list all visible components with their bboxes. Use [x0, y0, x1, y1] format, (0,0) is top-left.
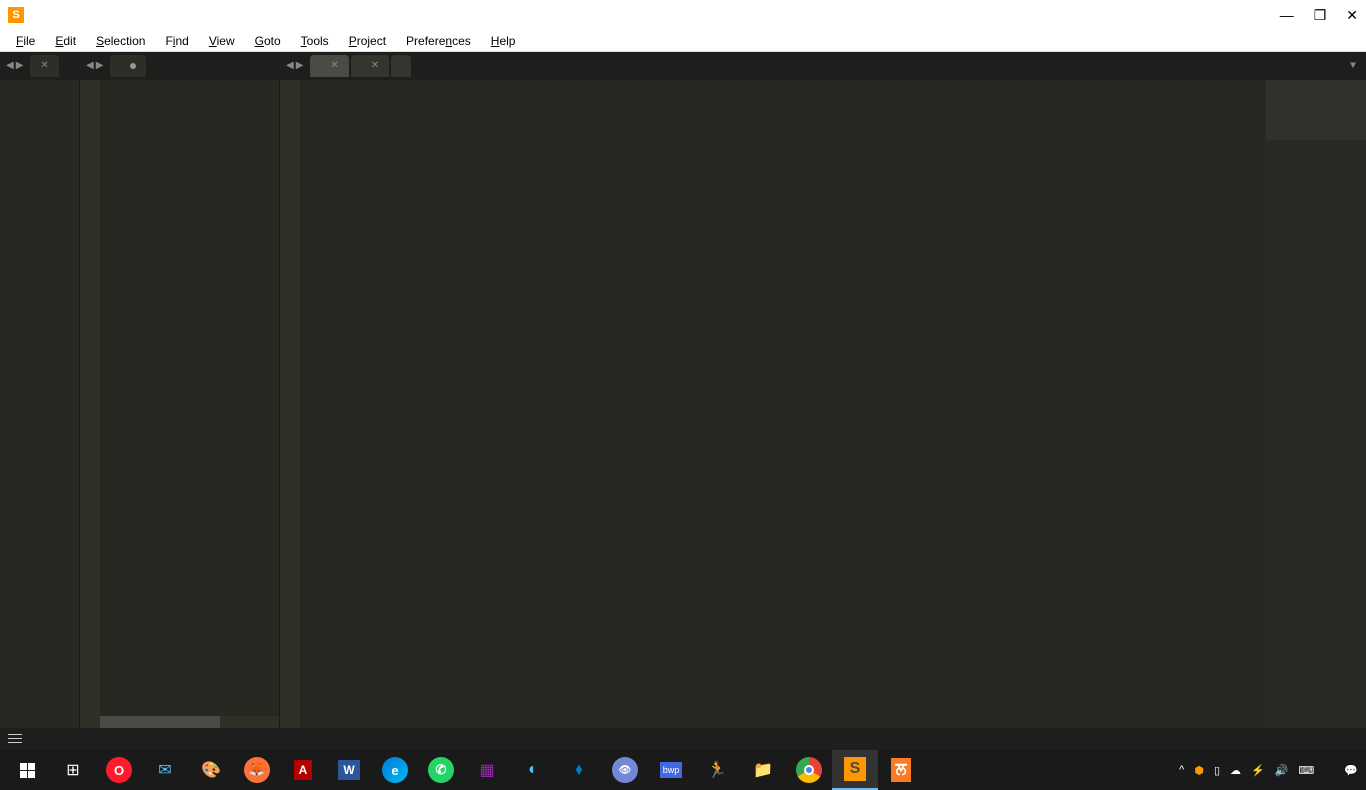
status-bar	[0, 728, 1366, 750]
mail-icon[interactable]: ✉	[142, 750, 188, 790]
tray-expand-icon[interactable]: ^	[1179, 764, 1184, 776]
tray-battery-icon[interactable]: ⚡	[1251, 764, 1265, 777]
menu-bar: File Edit Selection Find View Goto Tools…	[0, 30, 1366, 52]
menu-edit[interactable]: Edit	[47, 32, 84, 50]
minimap[interactable]	[1266, 80, 1366, 728]
start-button[interactable]	[4, 750, 50, 790]
tray-app-icon[interactable]: ▯	[1214, 764, 1220, 777]
line-gutter	[280, 80, 300, 728]
menu-tools[interactable]: Tools	[293, 32, 337, 50]
tab-group-2: ◀▶	[80, 52, 280, 80]
bwp-icon[interactable]: bwp	[648, 750, 694, 790]
edge-icon[interactable]: e	[372, 750, 418, 790]
tab-strip: ◀▶ ✕ ◀▶ ◀▶ ✕ ✕ ▼	[0, 52, 1366, 80]
tab-item[interactable]: ✕	[310, 55, 348, 77]
app-icon: S	[8, 7, 24, 23]
menu-goto[interactable]: Goto	[247, 32, 289, 50]
menu-icon[interactable]	[8, 734, 22, 744]
opera-icon[interactable]: O	[96, 750, 142, 790]
editor-pane-3[interactable]	[280, 80, 1366, 728]
tab-arrows[interactable]: ◀▶	[80, 52, 109, 80]
menu-project[interactable]: Project	[341, 32, 394, 50]
line-gutter	[80, 80, 100, 728]
tab-arrows[interactable]: ◀▶	[280, 52, 309, 80]
tab-group-1: ◀▶ ✕	[0, 52, 80, 80]
code-area[interactable]	[100, 80, 279, 728]
editor-pane-1[interactable]	[0, 80, 80, 728]
vscode-icon[interactable]: ⬧	[556, 750, 602, 790]
clip-icon[interactable]: ◐	[510, 750, 556, 790]
whatsapp-icon[interactable]: ✆	[418, 750, 464, 790]
close-icon[interactable]: ✕	[330, 60, 338, 72]
tray-volume-icon[interactable]: 🔊	[1275, 764, 1289, 777]
dirty-icon	[130, 63, 136, 69]
menu-help[interactable]: Help	[483, 32, 524, 50]
discord-icon[interactable]: 👁	[602, 750, 648, 790]
tab-item[interactable]: ✕	[30, 55, 58, 77]
tab-group-3: ◀▶ ✕ ✕ ▼	[280, 52, 1366, 80]
windows-taskbar: ⊞ O ✉ 🎨 🦊 A W e ✆ ▦ ◐ ⬧ 👁 bwp 🏃 📁 S ਲ ^ …	[0, 750, 1366, 790]
notifications-icon[interactable]: 💬	[1344, 764, 1358, 777]
code-area[interactable]	[300, 80, 1366, 728]
tab-item[interactable]: ✕	[351, 55, 389, 77]
word-icon[interactable]: W	[326, 750, 372, 790]
close-icon[interactable]: ✕	[371, 60, 379, 72]
chrome-icon[interactable]	[786, 750, 832, 790]
task-view-icon[interactable]: ⊞	[50, 750, 96, 790]
editor-pane-2[interactable]	[80, 80, 280, 728]
menu-view[interactable]: View	[201, 32, 243, 50]
window-titlebar: S — ❐ ✕	[0, 0, 1366, 30]
menu-selection[interactable]: Selection	[88, 32, 153, 50]
maximize-button[interactable]: ❐	[1314, 7, 1327, 24]
tab-item[interactable]	[110, 55, 146, 77]
tab-item[interactable]	[391, 55, 411, 77]
adobe-reader-icon[interactable]: A	[280, 750, 326, 790]
tab-dropdown-icon[interactable]: ▼	[1340, 61, 1366, 72]
menu-file[interactable]: File	[8, 32, 43, 50]
close-icon[interactable]: ✕	[40, 60, 48, 72]
explorer-icon[interactable]: 📁	[740, 750, 786, 790]
horizontal-scrollbar[interactable]	[80, 716, 279, 728]
paint-icon[interactable]: 🎨	[188, 750, 234, 790]
runner-icon[interactable]: 🏃	[694, 750, 740, 790]
system-tray: ^ ⬢ ▯ ☁ ⚡ 🔊 ⌨ 💬	[1179, 764, 1362, 777]
xampp-icon[interactable]: ਲ	[878, 750, 924, 790]
sublime-icon[interactable]: S	[832, 750, 878, 790]
tray-shield-icon[interactable]: ⬢	[1194, 764, 1204, 777]
tray-keyboard-icon[interactable]: ⌨	[1298, 764, 1314, 777]
editor-workspace	[0, 80, 1366, 728]
tray-onedrive-icon[interactable]: ☁	[1230, 764, 1241, 777]
minimize-button[interactable]: —	[1280, 7, 1294, 24]
firefox-icon[interactable]: 🦊	[234, 750, 280, 790]
window-controls: — ❐ ✕	[1280, 7, 1358, 24]
close-button[interactable]: ✕	[1346, 7, 1358, 24]
menu-preferences[interactable]: Preferences	[398, 32, 479, 50]
menu-find[interactable]: Find	[157, 32, 196, 50]
gallery-icon[interactable]: ▦	[464, 750, 510, 790]
tab-arrows[interactable]: ◀▶	[0, 52, 29, 80]
